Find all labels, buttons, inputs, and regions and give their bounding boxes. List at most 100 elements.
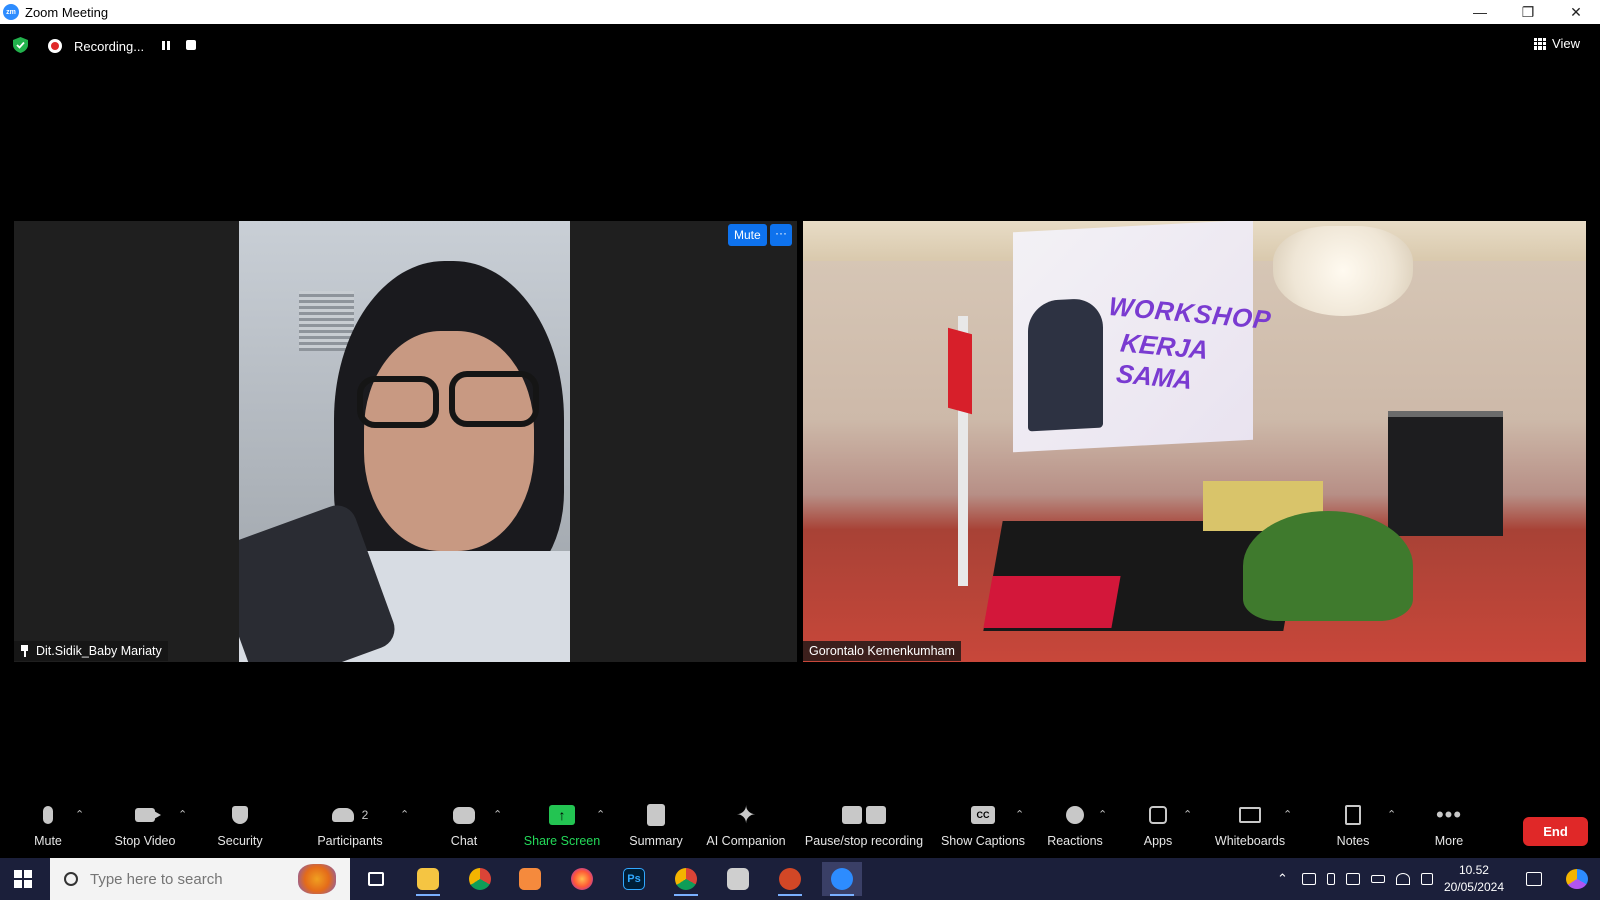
grid-view-icon	[1534, 37, 1547, 50]
meeting-topbar: Recording... View	[0, 24, 1600, 66]
chat-options-chevron-icon[interactable]: ⌃	[493, 808, 502, 821]
participant-name: Dit.Sidik_Baby Mariaty	[36, 644, 162, 658]
search-icon	[64, 872, 78, 886]
reactions-options-chevron-icon[interactable]: ⌃	[1098, 808, 1107, 821]
captions-options-chevron-icon[interactable]: ⌃	[1015, 808, 1024, 821]
whiteboard-icon	[1239, 807, 1261, 823]
video-options-chevron-icon[interactable]: ⌃	[178, 808, 187, 821]
clock-time: 10.52	[1458, 863, 1489, 877]
ai-sparkle-icon: ✦	[735, 801, 757, 829]
encryption-shield-icon[interactable]	[13, 37, 28, 53]
tile-more-options-button[interactable]: ···	[770, 224, 792, 246]
apps-icon	[1149, 806, 1167, 824]
file-explorer-icon[interactable]	[408, 862, 448, 896]
participant-name-label: Dit.Sidik_Baby Mariaty	[14, 641, 168, 661]
search-highlight-icon	[298, 864, 336, 894]
chrome-icon[interactable]	[460, 862, 500, 896]
copilot-icon[interactable]	[1566, 869, 1588, 889]
task-view-icon[interactable]	[356, 862, 396, 896]
stop-recording-icon[interactable]	[186, 40, 196, 50]
microphone-icon	[43, 806, 53, 824]
firefox-icon[interactable]	[562, 862, 602, 896]
reactions-button[interactable]: Reactions	[1046, 800, 1104, 858]
wifi-tray-icon[interactable]	[1395, 873, 1410, 885]
summary-document-icon	[647, 804, 665, 826]
conference-room-video-feed: WORKSHOP KERJA SAMA	[803, 221, 1586, 662]
system-tray: ⌃ 10.52 20/05/2024	[1277, 858, 1600, 900]
workshop-banner: WORKSHOP KERJA SAMA	[1013, 221, 1273, 453]
powerpoint-icon[interactable]	[770, 862, 810, 896]
zoom-taskbar-icon[interactable]	[822, 862, 862, 896]
whiteboards-button[interactable]: Whiteboards	[1212, 800, 1288, 858]
more-button[interactable]: ••• More	[1430, 800, 1468, 858]
notifications-icon[interactable]	[1526, 872, 1542, 886]
video-tile-participant-1[interactable]	[14, 221, 797, 662]
apps-button[interactable]: Apps	[1140, 800, 1176, 858]
more-dots-icon: •••	[1435, 802, 1463, 827]
zoom-app-icon: zm	[3, 4, 19, 20]
video-camera-icon	[135, 808, 161, 822]
summary-button[interactable]: Summary	[628, 800, 684, 858]
end-meeting-button[interactable]: End	[1523, 817, 1588, 846]
pause-stop-recording-icon	[842, 806, 886, 824]
battery-tray-icon[interactable]	[1370, 875, 1385, 883]
window-title: Zoom Meeting	[25, 4, 109, 20]
media-player-icon[interactable]	[510, 862, 550, 896]
participant-video-feed	[239, 221, 570, 662]
photos-app-icon[interactable]	[718, 862, 758, 896]
chat-bubble-icon	[453, 806, 475, 824]
participant-name-label: Gorontalo Kemenkumham	[803, 641, 961, 661]
recording-dot-icon	[48, 39, 62, 53]
apps-options-chevron-icon[interactable]: ⌃	[1183, 808, 1192, 821]
view-button[interactable]: View	[1534, 36, 1580, 51]
audio-options-chevron-icon[interactable]: ⌃	[75, 808, 84, 821]
share-options-chevron-icon[interactable]: ⌃	[596, 808, 605, 821]
mute-button[interactable]: Mute	[28, 800, 68, 858]
windows-start-icon[interactable]	[14, 870, 32, 888]
meeting-toolbar: Mute ⌃ Stop Video ⌃ Security 2 Participa…	[0, 800, 1600, 858]
chat-button[interactable]: Chat	[444, 800, 484, 858]
notes-button[interactable]: Notes	[1333, 800, 1373, 858]
close-button[interactable]: ✕	[1552, 0, 1600, 24]
pause-recording-icon[interactable]	[162, 41, 170, 50]
video-tile-participant-2[interactable]: WORKSHOP KERJA SAMA	[803, 221, 1586, 662]
security-shield-icon	[232, 806, 248, 824]
network-warning-tray-icon[interactable]	[1345, 873, 1360, 885]
restore-button[interactable]: ❐	[1504, 0, 1552, 24]
photoshop-icon[interactable]: Ps	[614, 862, 654, 896]
taskbar-clock[interactable]: 10.52 20/05/2024	[1444, 862, 1504, 896]
recording-label: Recording...	[74, 38, 145, 54]
pause-stop-recording-button[interactable]: Pause/stop recording	[803, 800, 925, 858]
closed-captions-icon: CC	[971, 806, 995, 824]
stop-video-button[interactable]: Stop Video	[110, 800, 180, 858]
share-screen-arrow-icon: ↑	[549, 805, 575, 825]
participant-name: Gorontalo Kemenkumham	[809, 644, 955, 658]
participants-options-chevron-icon[interactable]: ⌃	[400, 808, 409, 821]
window-controls: — ❐ ✕	[1456, 0, 1600, 24]
taskbar-search-input[interactable]	[90, 870, 270, 888]
reactions-smiley-icon	[1066, 806, 1084, 824]
microphone-tray-icon[interactable]	[1326, 873, 1335, 885]
camera-tray-icon[interactable]	[1301, 873, 1316, 885]
notes-icon	[1345, 805, 1361, 825]
participants-icon	[331, 808, 354, 822]
share-screen-button[interactable]: ↑ Share Screen	[524, 800, 600, 858]
show-hidden-icons-chevron-icon[interactable]: ⌃	[1277, 871, 1288, 887]
clock-date: 20/05/2024	[1443, 880, 1504, 894]
ai-companion-button[interactable]: ✦ AI Companion	[703, 800, 789, 858]
recording-indicator: Recording...	[48, 35, 144, 57]
show-captions-button[interactable]: CC Show Captions	[940, 800, 1026, 858]
volume-tray-icon[interactable]	[1420, 873, 1433, 885]
view-label: View	[1552, 36, 1580, 51]
participants-button[interactable]: 2 Participants	[315, 800, 385, 858]
tile-mute-button[interactable]: Mute	[728, 224, 767, 246]
minimize-button[interactable]: —	[1456, 0, 1504, 24]
window-titlebar: zm Zoom Meeting — ❐ ✕	[0, 0, 1600, 24]
chrome-profile-icon[interactable]	[666, 862, 706, 896]
participants-count: 2	[361, 808, 369, 822]
security-button[interactable]: Security	[214, 800, 266, 858]
pin-icon	[20, 645, 29, 657]
taskbar-search-box[interactable]	[50, 858, 350, 900]
notes-options-chevron-icon[interactable]: ⌃	[1387, 808, 1396, 821]
whiteboards-options-chevron-icon[interactable]: ⌃	[1283, 808, 1292, 821]
